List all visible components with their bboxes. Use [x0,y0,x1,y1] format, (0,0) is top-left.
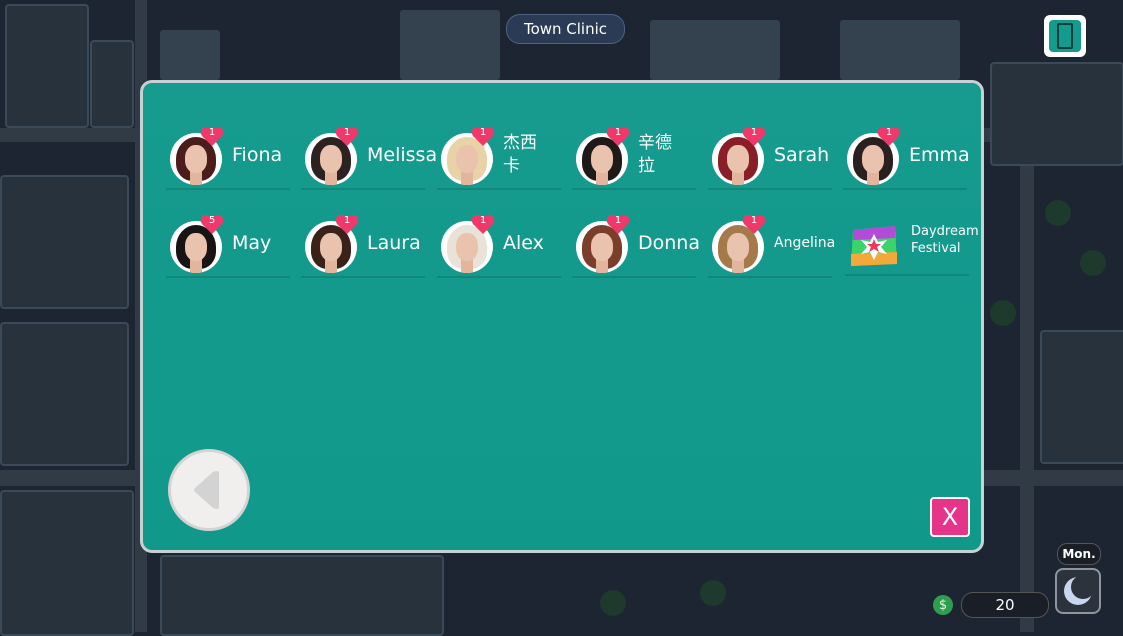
festival-icon [851,226,897,266]
heart-icon: 1 [471,125,495,147]
tree [700,580,726,606]
entry-underline [572,188,696,190]
heart-icon: 1 [471,213,495,235]
roof [840,20,960,80]
heart-icon: 1 [877,125,901,147]
entry-underline [437,276,561,278]
contact-entry[interactable]: 1 杰西卡 [437,126,561,190]
contact-entry[interactable]: 1 Emma [843,126,970,190]
event-name: Daydream Festival [911,223,979,257]
moon-clock-icon [1064,575,1094,605]
heart-level: 1 [479,215,487,226]
contact-entry[interactable]: 1 Laura [301,214,425,278]
event-daydream-festival[interactable]: Daydream Festival [845,216,979,276]
contact-name: Donna [638,232,700,254]
time-button[interactable] [1055,568,1101,614]
heart-icon: 1 [200,125,224,147]
heart-level: 1 [343,215,351,226]
tree [1080,250,1106,276]
contact-name: Sarah [774,144,830,166]
road [1020,150,1034,632]
event-name-line1: Daydream [911,224,979,239]
heart-level: 5 [208,215,216,226]
building [0,490,134,636]
phone-button[interactable] [1044,15,1086,57]
back-arrow-icon [194,471,219,509]
contact-name: Alex [503,232,544,254]
heart-level: 1 [343,127,351,138]
heart-level: 1 [614,215,622,226]
back-button[interactable] [168,449,250,531]
contacts-panel: 1 Fiona 1 Melissa 1 杰西卡 1 辛德拉 1 Sarah 1 Emma 5 May 1 La… [140,80,984,553]
day-label: Mon. [1057,543,1101,565]
contact-name: 杰西卡 [503,133,537,176]
event-name-line2: Festival [911,241,961,256]
building [160,555,444,636]
contact-name: May [232,232,272,254]
entry-underline [843,188,967,190]
contact-entry[interactable]: 1 Melissa [301,126,437,190]
entry-underline [708,276,832,278]
entry-underline [708,188,832,190]
contact-entry[interactable]: 1 Fiona [166,126,290,190]
building [0,322,129,466]
heart-icon: 1 [335,125,359,147]
entry-underline [845,274,969,276]
heart-icon: 1 [335,213,359,235]
tree [1045,200,1071,226]
entry-underline [166,276,290,278]
heart-level: 1 [614,127,622,138]
contact-entry[interactable]: 1 Alex [437,214,561,278]
heart-icon: 1 [742,213,766,235]
contact-entry[interactable]: 5 May [166,214,290,278]
entry-underline [572,276,696,278]
heart-icon: 1 [606,213,630,235]
money-amount: 20 [961,592,1049,618]
contact-name: Angelina [774,235,836,251]
building [1040,330,1123,464]
heart-level: 1 [479,127,487,138]
building [90,40,134,128]
phone-icon [1049,20,1081,52]
close-button[interactable]: X [930,497,970,537]
heart-icon: 1 [606,125,630,147]
heart-level: 1 [750,215,758,226]
roof [160,30,220,80]
contact-name: Emma [909,144,970,166]
heart-icon: 5 [200,213,224,235]
roof [400,10,500,80]
entry-underline [437,188,561,190]
entry-underline [301,188,425,190]
tree [990,300,1016,326]
contact-name: Melissa [367,144,438,166]
heart-level: 1 [208,127,216,138]
heart-level: 1 [750,127,758,138]
roof [650,20,780,80]
contact-entry[interactable]: 1 Donna [572,214,700,278]
building [0,175,129,309]
building [5,4,89,128]
heart-level: 1 [885,127,893,138]
money-icon: $ [933,595,953,615]
contact-entry[interactable]: 1 Sarah [708,126,832,190]
heart-icon: 1 [742,125,766,147]
entry-underline [301,276,425,278]
contact-name: Laura [367,232,421,254]
tree [600,590,626,616]
location-label: Town Clinic [506,14,625,44]
contact-name: Fiona [232,144,283,166]
contact-entry[interactable]: 1 辛德拉 [572,126,696,190]
building [990,62,1123,166]
contact-name: 辛德拉 [638,133,672,176]
entry-underline [166,188,290,190]
contact-entry[interactable]: 1 Angelina [708,214,836,278]
